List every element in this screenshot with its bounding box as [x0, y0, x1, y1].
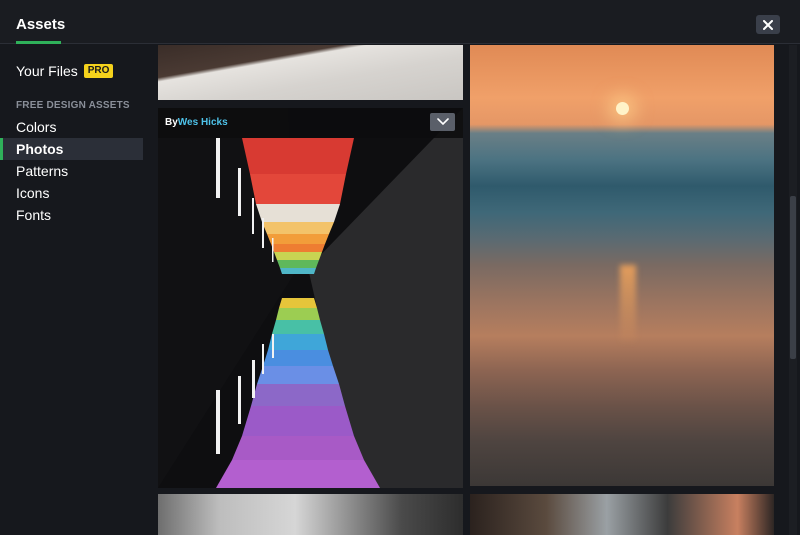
photo-thumbnail[interactable] — [158, 494, 463, 535]
photo-thumbnail[interactable] — [158, 45, 463, 100]
sun-reflection — [620, 265, 636, 345]
sidebar-item-photos[interactable]: Photos — [0, 138, 143, 160]
title-underline — [16, 41, 61, 44]
photo-thumbnail[interactable] — [470, 45, 774, 486]
author-by-label: By — [165, 117, 178, 128]
sidebar-item-icons[interactable]: Icons — [0, 182, 143, 204]
modal-title: Assets — [16, 16, 66, 33]
sidebar-item-patterns[interactable]: Patterns — [0, 160, 143, 182]
pro-badge: PRO — [83, 64, 114, 78]
photo-credit: ByWes Hicks — [165, 117, 228, 128]
stairs-image — [158, 108, 463, 488]
section-label-free-design-assets: FREE DESIGN ASSETS — [16, 100, 130, 111]
sidebar-item-fonts[interactable]: Fonts — [0, 204, 143, 226]
sun-shape — [616, 102, 629, 115]
photo-thumbnail[interactable] — [470, 494, 774, 535]
scrollbar-thumb[interactable] — [790, 196, 796, 359]
sidebar: Your Files PRO FREE DESIGN ASSETS Colors… — [0, 45, 155, 535]
close-icon — [763, 19, 773, 30]
photo-thumbnail-featured[interactable]: ByWes Hicks — [158, 108, 463, 488]
photo-info-bar: ByWes Hicks — [158, 108, 463, 138]
photo-options-button[interactable] — [430, 113, 455, 131]
photo-grid: ByWes Hicks — [155, 45, 785, 535]
modal-header: Assets — [0, 0, 800, 44]
sidebar-item-colors[interactable]: Colors — [0, 116, 143, 138]
chevron-down-icon — [436, 118, 449, 126]
author-link[interactable]: Wes Hicks — [178, 117, 228, 128]
close-button[interactable] — [756, 15, 780, 34]
your-files-link[interactable]: Your Files PRO — [16, 63, 114, 79]
your-files-label: Your Files — [16, 63, 78, 79]
asset-nav: Colors Photos Patterns Icons Fonts — [0, 116, 143, 226]
